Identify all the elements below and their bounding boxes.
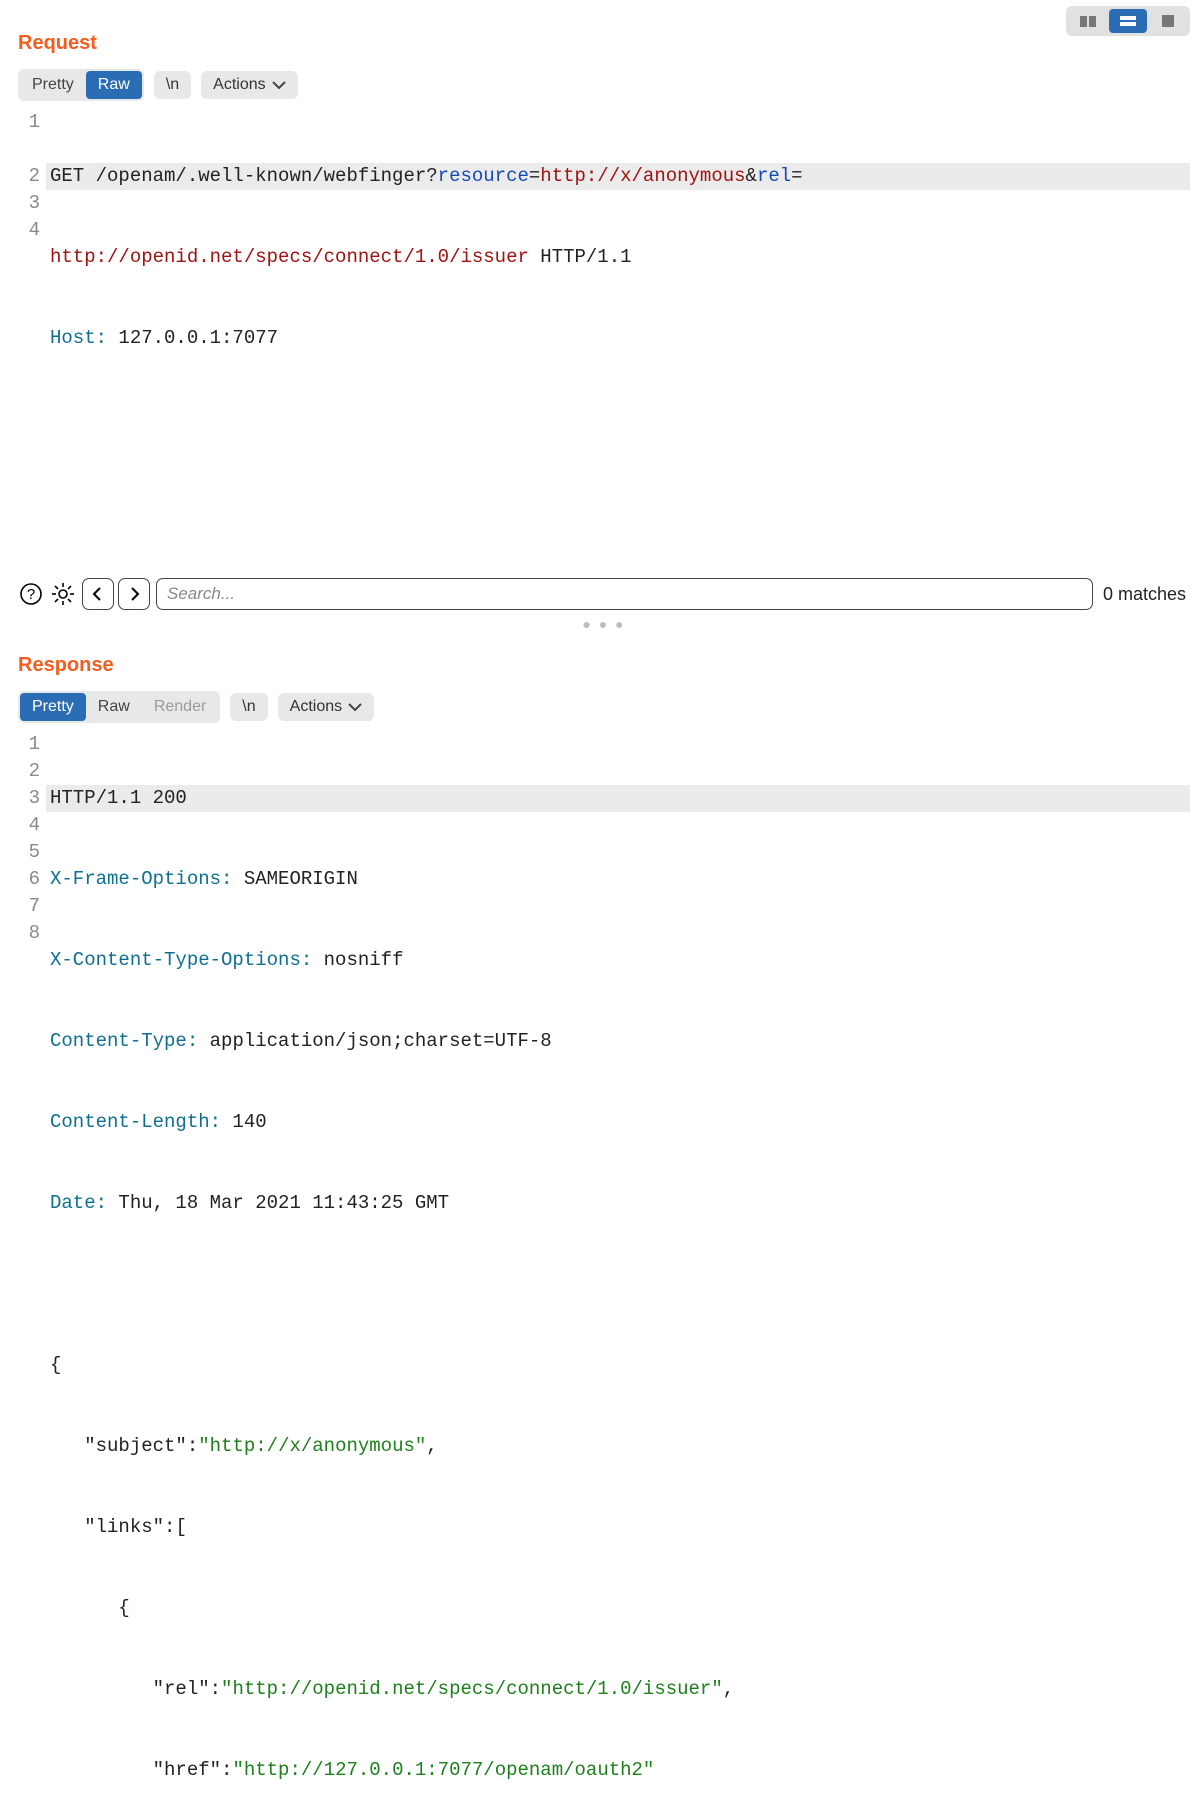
request-heading: Request xyxy=(18,32,1190,55)
request-editor[interactable]: 1234 GET /openam/.well-known/webfinger?r… xyxy=(18,109,1190,568)
response-heading: Response xyxy=(18,654,1190,677)
actions-menu[interactable]: Actions xyxy=(201,71,297,99)
request-view-segment: Pretty Raw xyxy=(18,69,144,101)
view-switch xyxy=(1066,6,1190,36)
view-single-button[interactable] xyxy=(1149,9,1187,33)
request-line-1b: http://openid.net/specs/connect/1.0/issu… xyxy=(46,244,1190,271)
tab-render[interactable]: Render xyxy=(142,693,218,721)
response-tabrow: Pretty Raw Render \n Actions xyxy=(18,691,1190,723)
response-body-3: "links":[ xyxy=(46,1514,1190,1541)
response-gutter: 12345678 xyxy=(18,731,46,1800)
response-line-7 xyxy=(46,1271,1190,1298)
actions-label: Actions xyxy=(290,698,342,716)
response-line-5: Content-Length: 140 xyxy=(46,1109,1190,1136)
actions-label: Actions xyxy=(213,76,265,94)
request-tabrow: Pretty Raw \n Actions xyxy=(18,69,1190,101)
response-body-4: { xyxy=(46,1595,1190,1622)
search-next-button[interactable] xyxy=(118,578,150,610)
request-line-4 xyxy=(46,487,1190,514)
tab-raw[interactable]: Raw xyxy=(86,693,142,721)
response-editor[interactable]: 12345678 HTTP/1.1 200 X-Frame-Options: S… xyxy=(18,731,1190,1800)
request-line-1: GET /openam/.well-known/webfinger?resour… xyxy=(46,163,1190,190)
request-line-3 xyxy=(46,406,1190,433)
tab-pretty[interactable]: Pretty xyxy=(20,693,86,721)
response-body-2: "subject":"http://x/anonymous", xyxy=(46,1433,1190,1460)
search-matches: 0 matches xyxy=(1099,584,1190,605)
pane-divider[interactable]: ● ● ● xyxy=(18,616,1190,632)
response-line-6: Date: Thu, 18 Mar 2021 11:43:25 GMT xyxy=(46,1190,1190,1217)
response-body-6: "href":"http://127.0.0.1:7077/openam/oau… xyxy=(46,1757,1190,1784)
search-input[interactable] xyxy=(156,578,1093,610)
view-rows-button[interactable] xyxy=(1109,9,1147,33)
help-icon[interactable]: ? xyxy=(18,581,44,607)
view-columns-button[interactable] xyxy=(1069,9,1107,33)
svg-text:?: ? xyxy=(27,586,35,603)
tab-pretty[interactable]: Pretty xyxy=(20,71,86,99)
response-line-3: X-Content-Type-Options: nosniff xyxy=(46,947,1190,974)
response-body-1: { xyxy=(46,1352,1190,1379)
actions-menu[interactable]: Actions xyxy=(278,693,374,721)
request-gutter: 1234 xyxy=(18,109,46,568)
response-line-1: HTTP/1.1 200 xyxy=(46,785,1190,812)
request-searchbar: ? 0 matches xyxy=(18,578,1190,610)
chevron-down-icon xyxy=(348,702,362,712)
response-line-4: Content-Type: application/json;charset=U… xyxy=(46,1028,1190,1055)
gear-icon[interactable] xyxy=(50,581,76,607)
response-body-5: "rel":"http://openid.net/specs/connect/1… xyxy=(46,1676,1190,1703)
newline-toggle[interactable]: \n xyxy=(230,693,267,721)
newline-toggle[interactable]: \n xyxy=(154,71,191,99)
response-view-segment: Pretty Raw Render xyxy=(18,691,220,723)
chevron-down-icon xyxy=(272,80,286,90)
tab-raw[interactable]: Raw xyxy=(86,71,142,99)
response-line-2: X-Frame-Options: SAMEORIGIN xyxy=(46,866,1190,893)
request-line-2: Host: 127.0.0.1:7077 xyxy=(46,325,1190,352)
search-prev-button[interactable] xyxy=(82,578,114,610)
